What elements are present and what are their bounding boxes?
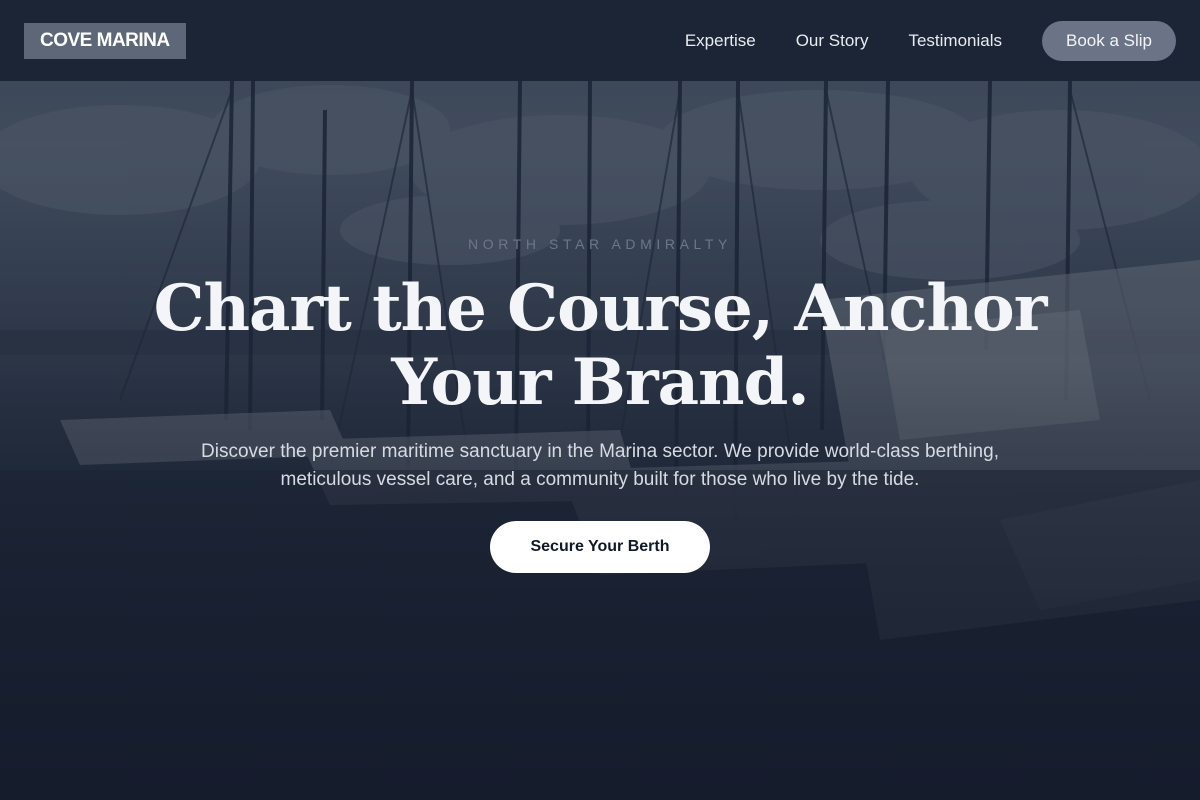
nav-link-testimonials[interactable]: Testimonials <box>908 31 1002 51</box>
hero-eyebrow: NORTH STAR ADMIRALTY <box>468 236 732 252</box>
brand-logo[interactable]: COVE MARINA <box>24 22 186 59</box>
hero-section: NORTH STAR ADMIRALTY Chart the Course, A… <box>0 0 1200 800</box>
nav-link-our-story[interactable]: Our Story <box>796 31 869 51</box>
secure-berth-button[interactable]: Secure Your Berth <box>490 521 710 573</box>
nav-link-expertise[interactable]: Expertise <box>685 31 756 51</box>
site-header: COVE MARINA Expertise Our Story Testimon… <box>0 0 1200 81</box>
hero-headline: Chart the Course, Anchor Your Brand. <box>153 271 1048 420</box>
hero-description: Discover the premier maritime sanctuary … <box>201 441 999 490</box>
book-slip-button[interactable]: Book a Slip <box>1042 20 1176 61</box>
main-nav: Expertise Our Story Testimonials Book a … <box>685 20 1176 61</box>
hero-content: NORTH STAR ADMIRALTY Chart the Course, A… <box>0 236 1200 573</box>
